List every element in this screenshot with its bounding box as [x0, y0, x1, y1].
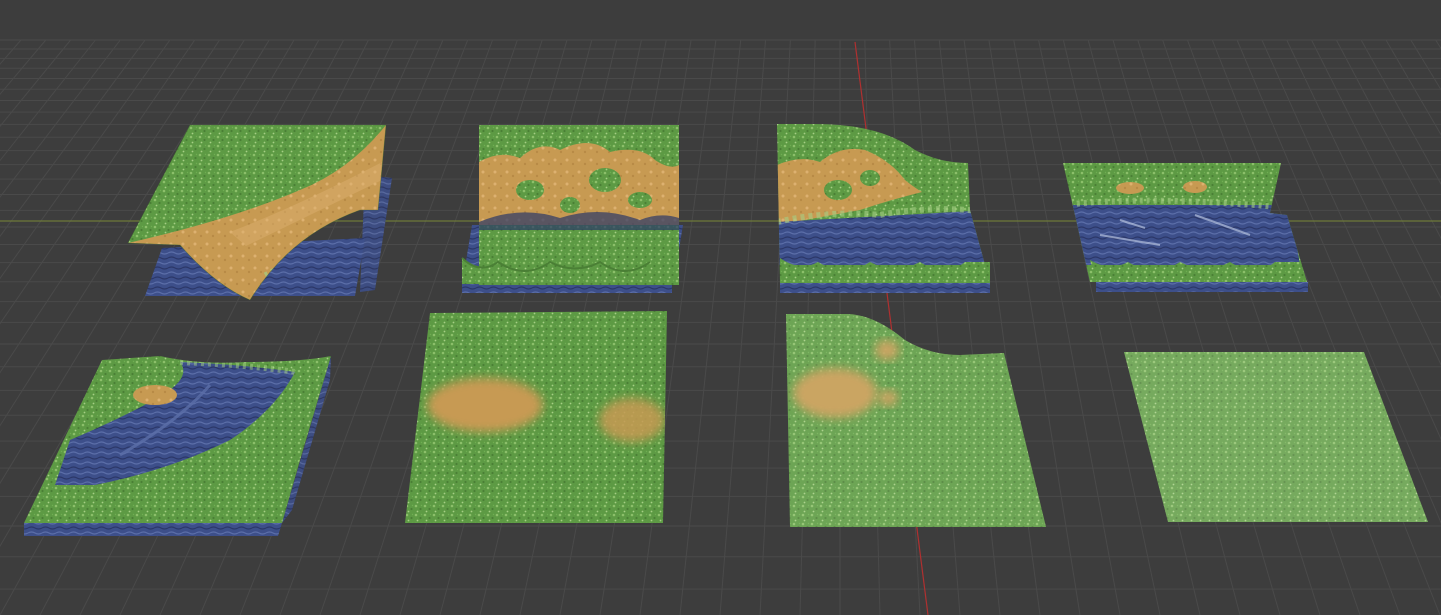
tile-beach-edge-raised-corner[interactable] [770, 115, 1000, 293]
grid-line [1062, 39, 1201, 615]
grid-line [1186, 39, 1401, 615]
grid-line [938, 39, 1001, 615]
grid-line [1236, 39, 1441, 524]
grid-line [963, 39, 1041, 615]
tile-water-inner-corner[interactable] [20, 350, 340, 536]
grid-line [1311, 39, 1441, 300]
grid-line [1211, 39, 1441, 615]
grid-line [1162, 39, 1361, 615]
grid-line [719, 39, 767, 615]
grid-line [1038, 39, 1161, 615]
tile-grass-with-sand-patches[interactable] [400, 305, 675, 530]
grid-line [1137, 39, 1321, 615]
tile-shallow-water-edge[interactable] [1060, 155, 1320, 295]
grid-line [1087, 39, 1241, 615]
3d-viewport[interactable] [0, 0, 1441, 615]
grid-line [1286, 39, 1441, 366]
tile-plain-grass[interactable] [1120, 345, 1435, 530]
grid-line [1335, 39, 1441, 240]
grid-line [1112, 39, 1281, 615]
grid-line [889, 39, 921, 615]
grid-line [988, 39, 1081, 615]
tile-grass-raised-corner[interactable] [780, 305, 1060, 535]
grid-line [679, 39, 742, 615]
grid-line [913, 39, 961, 615]
grid-line [1385, 39, 1441, 136]
grid-line [1261, 39, 1441, 441]
tile-straight-beach-edge[interactable] [461, 125, 683, 293]
tile-diagonal-beach-corner[interactable] [120, 115, 400, 315]
grid-line [1013, 39, 1121, 615]
grid-line [1360, 39, 1441, 185]
